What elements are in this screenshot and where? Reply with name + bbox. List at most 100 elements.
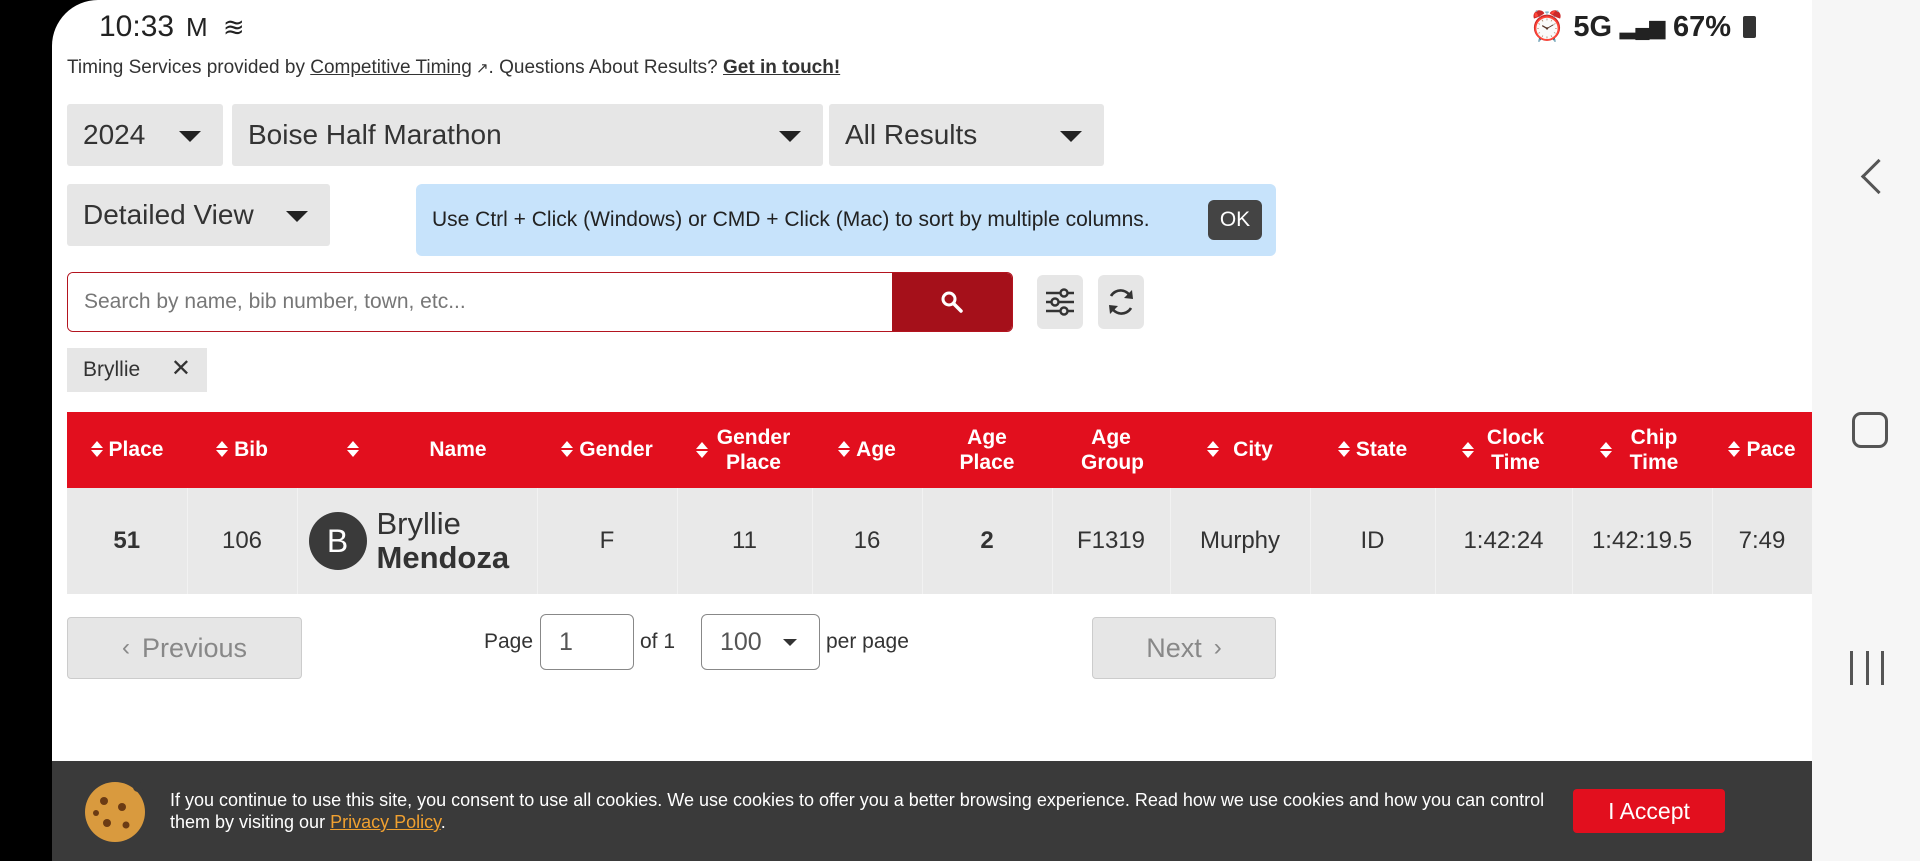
runner-last-name: Mendoza <box>376 540 510 575</box>
credit-prefix: Timing Services provided by <box>67 57 311 78</box>
cell-gender: F <box>537 488 678 594</box>
battery-icon <box>1743 16 1756 38</box>
col-header-gender[interactable]: Gender <box>537 412 677 488</box>
sort-icon <box>347 441 360 458</box>
status-time: 10:33 <box>99 10 175 43</box>
sort-tip-text: Use Ctrl + Click (Windows) or CMD + Clic… <box>432 208 1150 231</box>
status-right: ⏰ 5G ▂▄▆ 67% <box>1529 10 1756 44</box>
col-header-age[interactable]: Age <box>812 412 922 488</box>
cell-place: 51 <box>67 488 188 594</box>
col-header-clock-time[interactable]: Clock Time <box>1435 412 1572 488</box>
cell-chip-time: 1:42:19.5 <box>1572 488 1713 594</box>
back-icon[interactable] <box>1860 158 1897 195</box>
sort-icon <box>90 441 103 458</box>
view-select[interactable]: Detailed View <box>67 184 330 246</box>
page-label: Page <box>484 630 534 653</box>
sliders-icon <box>1046 288 1074 316</box>
col-header-age-group[interactable]: Age Group <box>1052 412 1170 488</box>
per-page-label: per page <box>826 630 909 653</box>
sort-icon <box>1728 441 1741 458</box>
accept-cookies-button[interactable]: I Accept <box>1573 789 1725 833</box>
cell-state: ID <box>1310 488 1436 594</box>
col-header-place[interactable]: Place <box>67 412 187 488</box>
cell-age-group: F1319 <box>1052 488 1171 594</box>
sort-icon <box>1337 441 1350 458</box>
home-icon[interactable] <box>1852 412 1888 448</box>
caret-down-icon <box>286 211 308 222</box>
page-of-label: of 1 <box>640 630 676 653</box>
chevron-left-icon: ‹ <box>121 634 130 661</box>
alarm-icon: ⏰ <box>1529 11 1566 43</box>
cell-name[interactable]: B Bryllie Mendoza <box>297 488 538 594</box>
cell-age: 16 <box>812 488 923 594</box>
table-header-row: Place Bib Name Gender Gender Place Age A… <box>67 412 1812 488</box>
runner-first-name: Bryllie <box>376 506 461 541</box>
search-bar <box>67 272 1013 332</box>
competitive-timing-link[interactable]: Competitive Timing <box>310 57 472 78</box>
sort-icon <box>1207 441 1220 458</box>
cookie-icon <box>85 782 145 842</box>
sort-tip: Use Ctrl + Click (Windows) or CMD + Clic… <box>416 184 1276 256</box>
sort-icon <box>838 441 851 458</box>
caret-down-icon <box>779 131 801 142</box>
cell-age-place: 2 <box>922 488 1053 594</box>
col-header-pace[interactable]: Pace <box>1712 412 1812 488</box>
race-select[interactable]: Boise Half Marathon <box>232 104 823 166</box>
android-nav-bar <box>1812 0 1920 861</box>
next-button[interactable]: Next › <box>1092 617 1276 679</box>
credit-middle: . Questions About Results? <box>488 57 724 78</box>
cookie-end: . <box>440 812 446 832</box>
cookie-banner: If you continue to use this site, you co… <box>52 761 1812 861</box>
signal-icon: ▂▄▆ <box>1620 16 1665 39</box>
col-header-bib[interactable]: Bib <box>187 412 297 488</box>
network-label: 5G <box>1573 10 1613 43</box>
search-button[interactable] <box>892 273 1012 331</box>
sort-icon <box>561 441 574 458</box>
col-header-city[interactable]: City <box>1170 412 1310 488</box>
recents-icon[interactable] <box>1850 651 1884 685</box>
search-input[interactable] <box>68 273 892 331</box>
cell-pace: 7:49 <box>1712 488 1812 594</box>
sort-icon <box>216 441 229 458</box>
col-header-gender-place[interactable]: Gender Place <box>677 412 812 488</box>
col-header-chip-time[interactable]: Chip Time <box>1572 412 1712 488</box>
caret-down-icon <box>1060 131 1082 142</box>
table-row[interactable]: 51 106 B Bryllie Mendoza F 11 16 2 F1319 <box>67 488 1812 594</box>
remove-filter-icon[interactable]: ✕ <box>171 354 191 383</box>
previous-button[interactable]: ‹ Previous <box>67 617 302 679</box>
tip-ok-button[interactable]: OK <box>1208 200 1262 240</box>
get-in-touch-link[interactable]: Get in touch! <box>723 57 840 78</box>
view-select-value: Detailed View <box>83 199 254 230</box>
col-header-name[interactable]: Name <box>297 412 537 488</box>
per-page-value: 100 <box>720 627 762 656</box>
year-select-value: 2024 <box>83 119 146 150</box>
avatar: B <box>308 512 367 570</box>
privacy-policy-link[interactable]: Privacy Policy <box>330 812 441 832</box>
cell-gender-place: 11 <box>677 488 813 594</box>
cell-bib: 106 <box>187 488 298 594</box>
external-link-icon: ↗ <box>471 60 489 77</box>
search-icon <box>941 291 963 313</box>
timing-credit: Timing Services provided by Competitive … <box>67 57 840 79</box>
caret-down-icon <box>179 131 201 142</box>
cell-city: Murphy <box>1170 488 1311 594</box>
sort-icon <box>695 442 708 458</box>
next-label: Next <box>1146 632 1202 663</box>
col-header-age-place[interactable]: Age Place <box>922 412 1052 488</box>
col-header-state[interactable]: State <box>1310 412 1435 488</box>
status-bar: 10:33 M ≋ ⏰ 5G ▂▄▆ 67% <box>52 0 1812 54</box>
page-number-input[interactable]: 1 <box>540 614 634 670</box>
sort-icon <box>1461 442 1474 458</box>
chevron-right-icon: › <box>1213 634 1222 661</box>
refresh-button[interactable] <box>1098 275 1144 329</box>
year-select[interactable]: 2024 <box>67 104 223 166</box>
results-select[interactable]: All Results <box>829 104 1104 166</box>
active-filter-chip: Bryllie ✕ <box>67 348 207 392</box>
active-filter-label: Bryllie <box>83 358 141 381</box>
battery-label: 67% <box>1672 10 1731 43</box>
refresh-icon <box>1109 289 1133 315</box>
filter-settings-button[interactable] <box>1037 275 1083 329</box>
cookie-text: If you continue to use this site, you co… <box>170 789 1570 833</box>
notification-icons: M ≋ <box>186 12 249 42</box>
per-page-select[interactable]: 100 <box>701 614 820 670</box>
